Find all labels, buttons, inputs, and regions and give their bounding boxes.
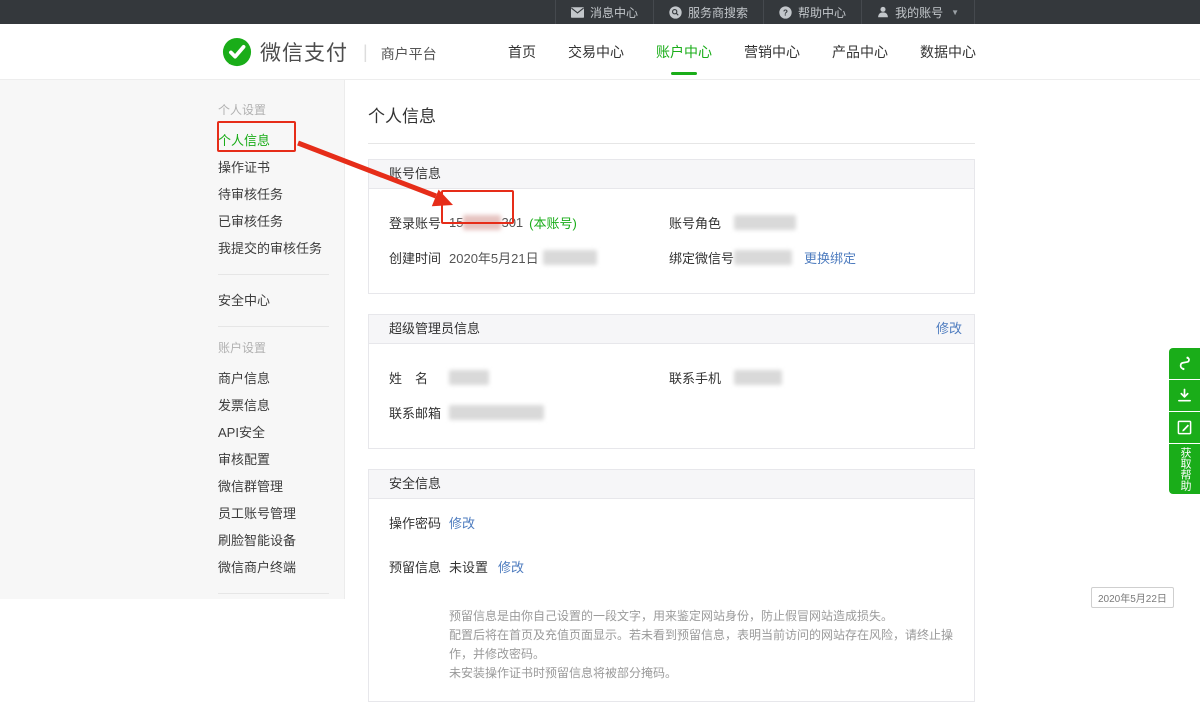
- help-center-button[interactable]: ? 帮助中心: [763, 0, 861, 24]
- brand-separator: |: [363, 42, 368, 63]
- chevron-down-icon: ▼: [951, 8, 959, 17]
- sidebar-item-pending-review-tasks[interactable]: 待审核任务: [218, 181, 329, 208]
- brand-name: 微信支付: [260, 37, 348, 67]
- redacted-created-detail: [543, 250, 597, 265]
- description-line: 预留信息是由你自己设置的一段文字，用来鉴定网站身份，防止假冒网站造成损失。: [449, 607, 974, 626]
- sidebar-item-operation-certificate[interactable]: 操作证书: [218, 154, 329, 181]
- search-icon: [669, 6, 682, 19]
- topbar: 消息中心 服务商搜索 ? 帮助中心 我的账号 ▼: [0, 0, 1200, 24]
- redacted-admin-name: [449, 370, 489, 385]
- sidebar-item-staff-account-management[interactable]: 员工账号管理: [218, 500, 329, 527]
- portal-name: 商户平台: [381, 41, 437, 64]
- sidebar-divider: [218, 326, 329, 327]
- sidebar-item-review-config[interactable]: 审核配置: [218, 446, 329, 473]
- wechat-pay-logo-icon: [222, 37, 252, 67]
- sidebar-item-reviewed-tasks[interactable]: 已审核任务: [218, 208, 329, 235]
- login-account-suffix: 301: [501, 215, 523, 230]
- account-role-label: 账号角色: [669, 213, 734, 232]
- sidebar-group-personal-settings: 个人设置: [218, 101, 329, 118]
- redacted-contact-phone: [734, 370, 782, 385]
- nav-data-center[interactable]: 数据中心: [918, 38, 978, 66]
- nav-transaction-center[interactable]: 交易中心: [566, 38, 626, 66]
- admin-name-label: 姓 名: [389, 368, 449, 387]
- topbar-item-label: 服务商搜索: [688, 4, 748, 21]
- user-icon: [877, 6, 889, 18]
- feedback-button[interactable]: [1169, 412, 1200, 443]
- redacted-wechat-id: [734, 250, 792, 265]
- edit-icon: [1177, 420, 1192, 435]
- login-account-value: 15 301 (本账号): [449, 213, 577, 232]
- edit-admin-link[interactable]: 修改: [936, 315, 962, 343]
- sidebar-item-my-submitted-review-tasks[interactable]: 我提交的审核任务: [218, 235, 329, 262]
- sidebar-item-merchant-info[interactable]: 商户信息: [218, 365, 329, 392]
- reserved-info-description: 预留信息是由你自己设置的一段文字，用来鉴定网站身份，防止假冒网站造成损失。 配置…: [449, 607, 974, 683]
- bound-wechat-label: 绑定微信号: [669, 248, 734, 267]
- header: 微信支付 | 商户平台 首页 交易中心 账户中心 营销中心 产品中心 数据中心: [0, 24, 1200, 80]
- contact-phone-label: 联系手机: [669, 368, 734, 387]
- reserved-info-status: 未设置: [449, 559, 488, 577]
- login-account-label: 登录账号: [389, 213, 449, 232]
- sidebar-group-account-settings: 账户设置: [218, 339, 329, 356]
- topbar-menu: 消息中心 服务商搜索 ? 帮助中心 我的账号 ▼: [555, 0, 975, 24]
- get-help-label: 获取帮助: [1169, 447, 1200, 491]
- redacted-login-middle: [463, 215, 501, 230]
- change-binding-link[interactable]: 更换绑定: [804, 248, 856, 267]
- login-account-prefix: 15: [449, 215, 463, 230]
- description-line: 配置后将在首页及充值页面显示。若未看到预留信息，表明当前访问的网站存在风险，请终…: [449, 626, 974, 664]
- my-account-menu[interactable]: 我的账号 ▼: [861, 0, 975, 24]
- nav-account-center[interactable]: 账户中心: [654, 38, 714, 66]
- brand[interactable]: 微信支付 | 商户平台: [222, 37, 437, 67]
- redacted-contact-email: [449, 405, 544, 420]
- service-provider-search-button[interactable]: 服务商搜索: [653, 0, 763, 24]
- sidebar-item-wechat-merchant-terminal[interactable]: 微信商户终端: [218, 554, 329, 581]
- created-date: 2020年5月21日: [449, 248, 539, 267]
- topbar-item-label: 我的账号: [895, 4, 943, 21]
- main-nav: 首页 交易中心 账户中心 营销中心 产品中心 数据中心: [506, 24, 978, 80]
- created-time-label: 创建时间: [389, 248, 449, 267]
- link-icon: [1177, 355, 1192, 372]
- topbar-item-label: 消息中心: [590, 4, 638, 21]
- download-icon: [1177, 388, 1192, 403]
- get-help-button[interactable]: 获取帮助: [1169, 444, 1200, 494]
- reserved-info-label: 预留信息: [389, 559, 449, 577]
- sidebar-item-wechat-group-management[interactable]: 微信群管理: [218, 473, 329, 500]
- created-time-value: 2020年5月21日: [449, 248, 597, 267]
- message-center-button[interactable]: 消息中心: [555, 0, 653, 24]
- svg-text:?: ?: [783, 8, 788, 17]
- contact-email-label: 联系邮箱: [389, 403, 449, 422]
- download-button[interactable]: [1169, 380, 1200, 411]
- edit-reserved-info-link[interactable]: 修改: [498, 559, 524, 577]
- helper-toolbar: 获取帮助: [1169, 348, 1200, 495]
- sidebar-item-api-security[interactable]: API安全: [218, 419, 329, 446]
- help-icon: ?: [779, 6, 792, 19]
- section-title: 超级管理员信息: [389, 315, 480, 343]
- mail-icon: [571, 7, 584, 18]
- quick-link-button[interactable]: [1169, 348, 1200, 379]
- date-chip: 2020年5月22日: [1091, 587, 1174, 608]
- redacted-account-role: [734, 215, 796, 230]
- title-divider: [368, 143, 975, 144]
- nav-home[interactable]: 首页: [506, 38, 538, 66]
- main-content: 个人信息 账号信息 登录账号 15 301 (本账号): [345, 80, 1200, 599]
- section-title: 安全信息: [389, 470, 441, 498]
- super-admin-section: 超级管理员信息 修改 姓 名 联系手机: [368, 314, 975, 449]
- nav-marketing-center[interactable]: 营销中心: [742, 38, 802, 66]
- description-line: 未安装操作证书时预留信息将被部分掩码。: [449, 664, 974, 683]
- topbar-item-label: 帮助中心: [798, 4, 846, 21]
- section-title: 账号信息: [389, 160, 441, 188]
- account-info-section: 账号信息 登录账号 15 301 (本账号) 账号角色: [368, 159, 975, 294]
- operation-password-label: 操作密码: [389, 515, 449, 533]
- page-title: 个人信息: [368, 102, 975, 127]
- edit-password-link[interactable]: 修改: [449, 515, 475, 533]
- sidebar-divider: [218, 593, 329, 594]
- sidebar-item-invoice-info[interactable]: 发票信息: [218, 392, 329, 419]
- sidebar-item-face-smart-device[interactable]: 刷脸智能设备: [218, 527, 329, 554]
- sidebar: 个人设置 个人信息 操作证书 待审核任务 已审核任务 我提交的审核任务 安全中心…: [0, 80, 345, 599]
- security-info-section: 安全信息 操作密码 修改 预留信息 未设置 修改 预留信息是由你自己设置的一段文…: [368, 469, 975, 702]
- sidebar-divider: [218, 274, 329, 275]
- sidebar-item-personal-info[interactable]: 个人信息: [218, 127, 329, 154]
- sidebar-item-security-center[interactable]: 安全中心: [218, 287, 329, 314]
- current-account-tag: (本账号): [529, 213, 577, 232]
- nav-product-center[interactable]: 产品中心: [830, 38, 890, 66]
